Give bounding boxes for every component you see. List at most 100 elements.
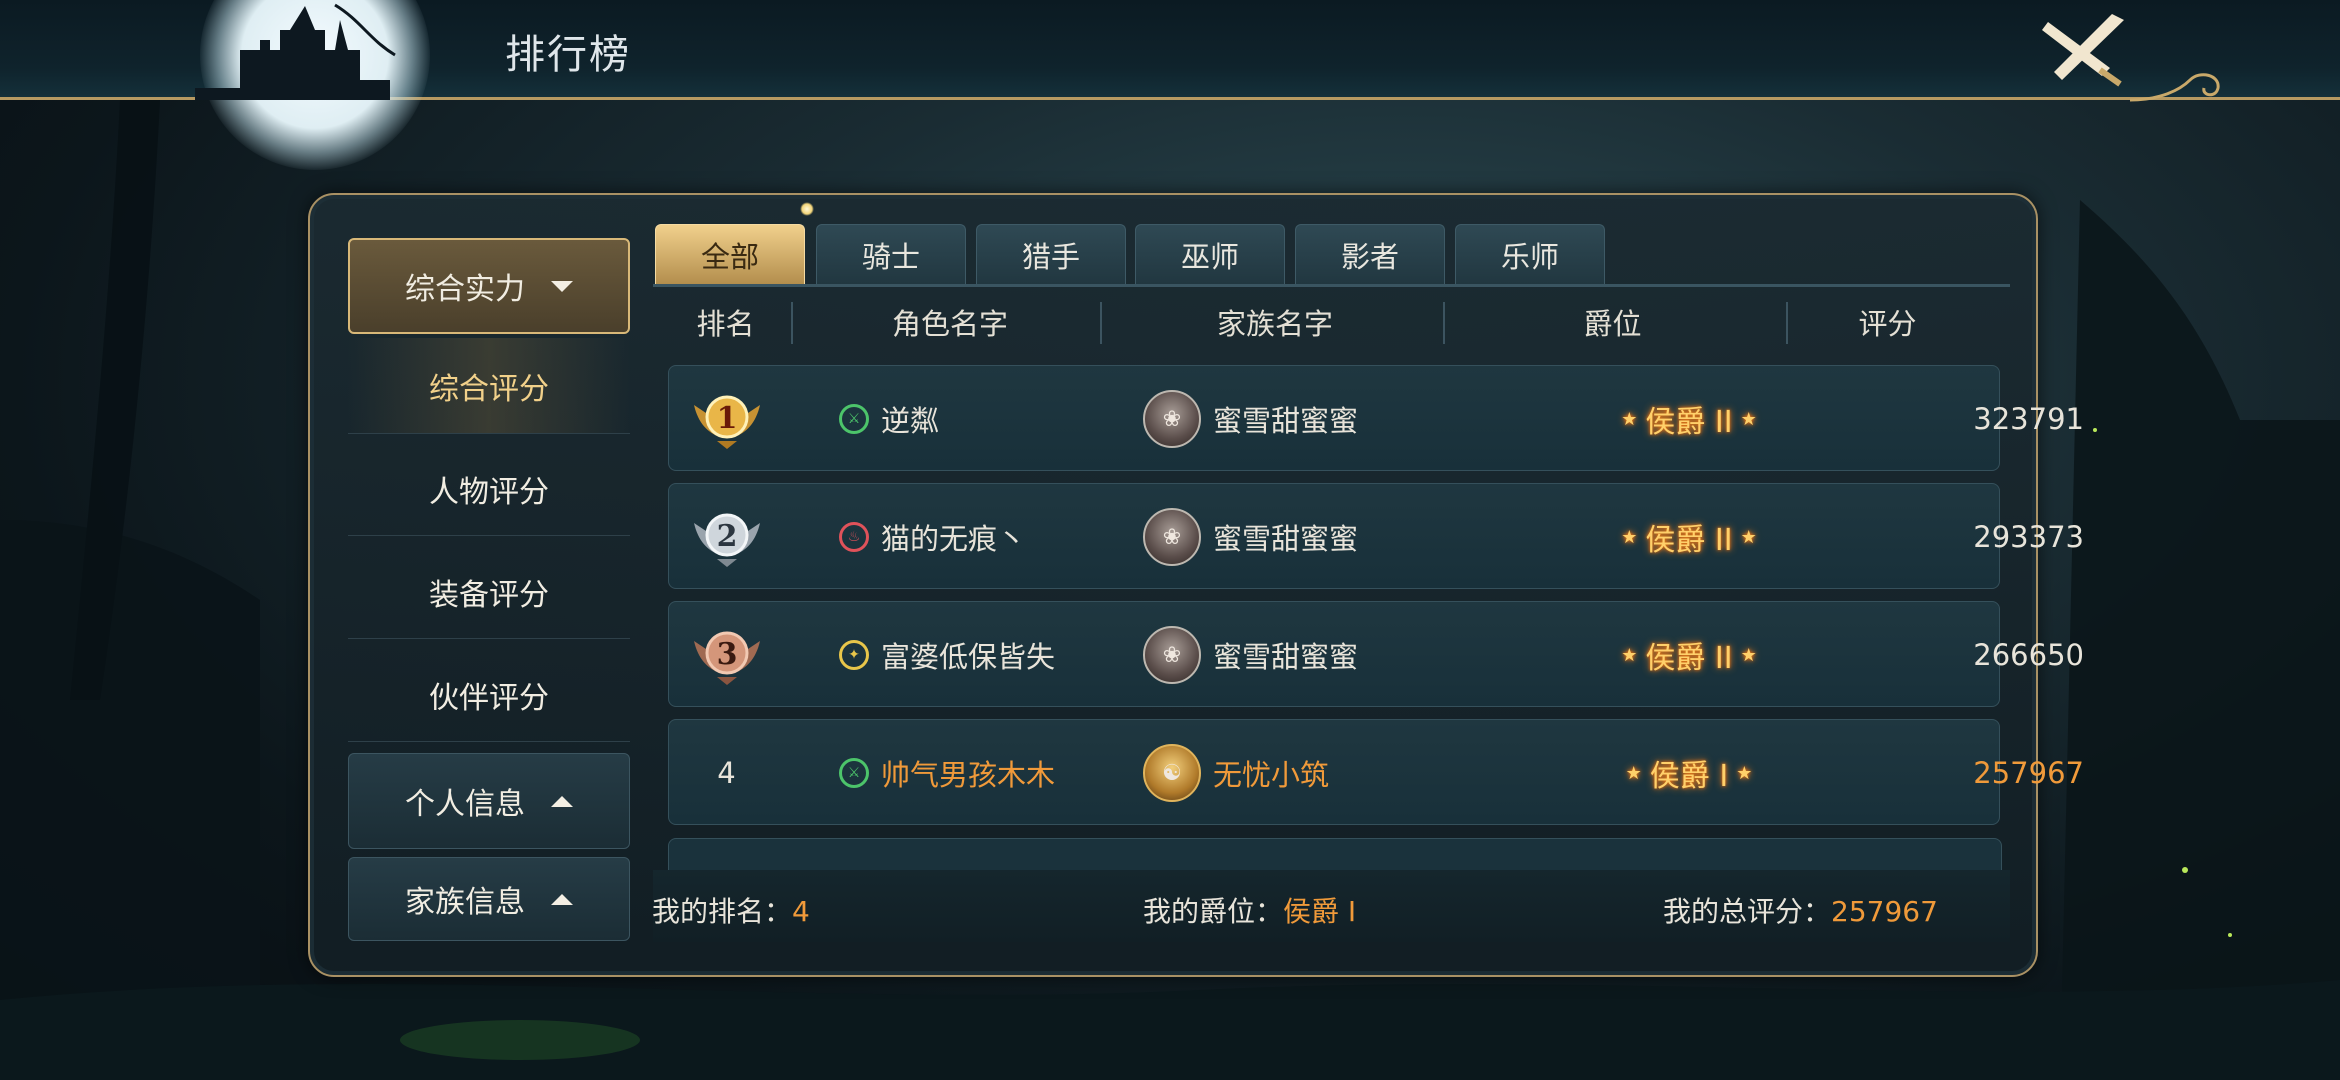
sidebar-item-overall-score[interactable]: 综合评分 [348,338,630,434]
tab-knight[interactable]: 骑士 [816,224,966,284]
table-row-self[interactable]: 4 ⚔ 帅气男孩木木 ☯ 无忧小筑 ★ 侯爵 I ★ 257967 [668,719,2084,826]
tab-all[interactable]: 全部 [655,224,805,284]
sidebar-category-personal[interactable]: 个人信息 [348,753,630,849]
my-score: 我的总评分：257967 [1663,890,1938,930]
rank-number-label: 3 [716,637,737,672]
silver-rank-medal-icon: 2 [693,513,760,567]
character-name-cell: ⚔ 逆粼 [839,366,939,472]
sidebar-category-family[interactable]: 家族信息 [348,857,630,941]
my-title: 我的爵位：侯爵 I [1143,890,1356,930]
sparkle-icon [800,202,814,216]
chevron-up-icon [551,795,573,807]
family-emblem-icon: ❀ [1143,390,1201,448]
chevron-down-icon [551,280,573,292]
family-emblem-icon: ❀ [1143,626,1201,684]
top-bar: 排行榜 [0,0,2340,170]
rank-number-label: 2 [716,519,737,554]
character-name-cell: ♨ 猫的无痕丶 [839,484,1026,590]
character-name: 逆粼 [881,404,940,438]
star-icon: ★ [1621,526,1638,548]
tab-label: 影者 [1340,239,1399,274]
gold-rank-medal-icon: 1 [693,395,760,449]
ornament-icon [2130,73,2220,102]
tab-bard[interactable]: 乐师 [1455,224,1605,284]
my-score-label: 我的总评分： [1663,895,1832,928]
rank-cell: 2 [669,484,784,590]
column-header-character: 角色名字 [891,307,1008,341]
noble-title: 侯爵 II [1645,405,1733,440]
family-name: 无忧小筑 [1213,758,1330,792]
sidebar-category-overall[interactable]: 综合实力 [348,238,630,334]
star-icon: ★ [1740,408,1757,430]
family-cell: ❀ 蜜雪甜蜜蜜 [1143,366,1358,472]
crossed-swords-close-icon [2042,14,2124,87]
character-name: 帅气男孩木木 [881,758,1056,792]
family-name: 蜜雪甜蜜蜜 [1213,522,1359,556]
noble-title: 侯爵 II [1645,641,1733,676]
my-title-value: 侯爵 I [1283,895,1357,928]
tab-label: 巫师 [1180,239,1239,274]
table-row[interactable]: 3 ✦ 富婆低保皆失 ❀ 蜜雪甜蜜蜜 ★ 侯爵 II ★ 266650 [668,601,2084,708]
knight-class-icon: ⚔ [839,758,869,788]
sidebar-item-label: 综合评分 [429,371,549,407]
family-cell: ☯ 无忧小筑 [1143,720,1329,826]
tab-divider [653,284,2010,287]
table-row[interactable]: 2 ♨ 猫的无痕丶 ❀ 蜜雪甜蜜蜜 ★ 侯爵 II ★ 293373 [668,483,2084,590]
rank-cell: 1 [669,366,784,472]
sidebar-category-label: 个人信息 [405,787,525,822]
column-separator [1786,302,1788,344]
tab-wizard[interactable]: 巫师 [1135,224,1285,284]
knight-class-icon: ⚔ [839,404,869,434]
column-header-score: 评分 [1858,307,1917,341]
family-emblem-icon: ❀ [1143,508,1201,566]
family-name: 蜜雪甜蜜蜜 [1213,640,1359,674]
tab-shadow[interactable]: 影者 [1295,224,1445,284]
sidebar-item-equipment-score[interactable]: 装备评分 [348,545,630,639]
sidebar-item-partner-score[interactable]: 伙伴评分 [348,648,630,742]
my-score-value: 257967 [1831,895,1938,928]
sidebar-item-label: 装备评分 [429,577,549,613]
my-rank: 我的排名：4 [652,890,810,930]
sidebar-item-character-score[interactable]: 人物评分 [348,442,630,536]
my-title-label: 我的爵位： [1143,895,1284,928]
sidebar-category-label: 家族信息 [405,885,525,920]
score-cell: 323791 [1973,402,2084,436]
star-icon: ★ [1736,762,1753,784]
family-name: 蜜雪甜蜜蜜 [1213,404,1359,438]
column-separator [1443,302,1445,344]
noble-title: 侯爵 I [1649,759,1729,794]
bronze-rank-medal-icon: 3 [693,631,760,685]
score-cell: 293373 [1973,520,2084,554]
sidebar-item-label: 伙伴评分 [429,680,549,716]
hunter-class-icon: ✦ [839,640,869,670]
tab-label: 骑士 [861,239,920,274]
score-cell: 257967 [1973,756,2084,790]
character-name-cell: ⚔ 帅气男孩木木 [839,720,1055,826]
character-name-cell: ✦ 富婆低保皆失 [839,602,1055,708]
tab-label: 乐师 [1500,239,1559,274]
noble-title: 侯爵 II [1645,523,1733,558]
star-icon: ★ [1740,644,1757,666]
tab-hunter[interactable]: 猎手 [976,224,1126,284]
my-rank-value: 4 [792,895,810,928]
score-cell: 266650 [1973,638,2084,672]
close-button[interactable] [2040,8,2140,88]
rank-number-label: 1 [716,401,737,436]
sidebar-item-label: 人物评分 [429,474,549,510]
column-header-rank: 排名 [696,307,755,341]
column-header-family: 家族名字 [1216,307,1333,341]
character-name: 富婆低保皆失 [881,640,1056,674]
character-name: 猫的无痕丶 [881,522,1027,556]
rank-cell: 4 [717,756,736,790]
star-icon: ★ [1625,762,1642,784]
rank-cell: 3 [669,602,784,708]
family-cell: ❀ 蜜雪甜蜜蜜 [1143,484,1358,590]
table-row[interactable]: 1 ⚔ 逆粼 ❀ 蜜雪甜蜜蜜 ★ 侯爵 II ★ 323791 [668,365,2084,472]
fire-class-icon: ♨ [839,522,869,552]
castle-icon [195,3,396,100]
chevron-up-icon [551,893,573,905]
family-cell: ❀ 蜜雪甜蜜蜜 [1143,602,1358,708]
tab-label: 全部 [700,239,759,274]
star-icon: ★ [1740,526,1757,548]
column-separator [791,302,793,344]
